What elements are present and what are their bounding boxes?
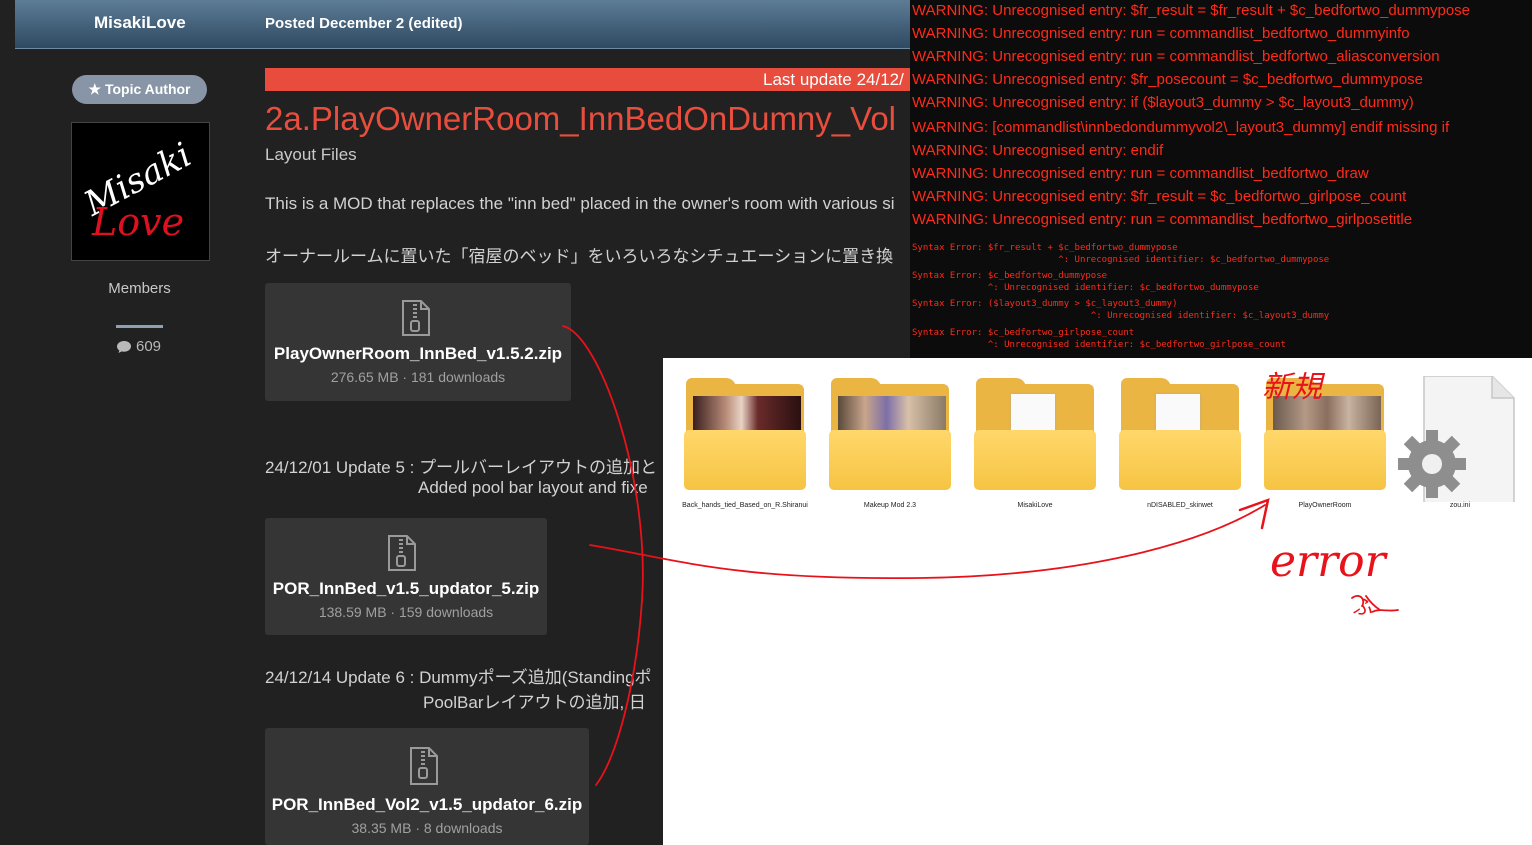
- syntax-error-detail: ^: Unrecognised identifier: $c_layout3_d…: [912, 311, 1330, 321]
- comment-icon: [117, 341, 131, 354]
- zip-file-icon: [410, 747, 438, 785]
- file-meta: 38.35 MB · 8 downloads: [351, 820, 503, 836]
- reputation-bar: [116, 325, 163, 328]
- warning-line: WARNING: Unrecognised entry: run = comma…: [912, 48, 1440, 65]
- update-5-line-2: Added pool bar layout and fixe: [418, 478, 648, 497]
- file-download-card[interactable]: POR_InnBed_v1.5_updator_5.zip 138.59 MB …: [265, 518, 547, 635]
- avatar-logo: Misaki Love: [77, 135, 198, 244]
- annotation-arrow-line: [562, 325, 644, 786]
- warning-line: WARNING: Unrecognised entry: $fr_result …: [912, 188, 1407, 205]
- file-explorer-pane: Back_hands_tied_Based_on_R.Shiranui Make…: [663, 358, 1532, 845]
- update-5-line-1: 24/12/01 Update 5 : プールバーレイアウトの追加と: [265, 458, 658, 477]
- warning-line: WARNING: Unrecognised entry: $fr_posecou…: [912, 71, 1423, 88]
- zip-file-icon: [402, 300, 430, 336]
- file-name: PlayOwnerRoom_InnBed_v1.5.2.zip: [273, 344, 563, 363]
- file-label: zou.ini: [1449, 502, 1471, 509]
- syntax-error-detail: ^: Unrecognised identifier: $c_bedfortwo…: [912, 340, 1286, 350]
- member-group-label: Members: [108, 280, 171, 297]
- syntax-error-detail: ^: Unrecognised identifier: $c_bedfortwo…: [912, 255, 1330, 265]
- author-name-link[interactable]: MisakiLove: [94, 13, 186, 33]
- syntax-error-line: Syntax Error: ($layout3_dummy > $c_layou…: [912, 299, 1178, 309]
- file-name: POR_InnBed_v1.5_updator_5.zip: [272, 579, 540, 598]
- settings-file-icon: [1398, 376, 1515, 502]
- post-date: Posted December 2 (edited): [265, 15, 463, 32]
- warning-line: WARNING: Unrecognised entry: run = comma…: [912, 25, 1410, 42]
- error-console: WARNING: Unrecognised entry: $fr_result …: [910, 0, 1532, 358]
- syntax-error-line: Syntax Error: $fr_result + $c_bedfortwo_…: [912, 243, 1178, 253]
- post-subtitle: Layout Files: [265, 145, 357, 164]
- syntax-error-line: Syntax Error: $c_bedfortwo_girlpose_coun…: [912, 328, 1135, 338]
- warning-line: WARNING: Unrecognised entry: run = comma…: [912, 211, 1413, 228]
- file-download-card[interactable]: PlayOwnerRoom_InnBed_v1.5.2.zip 276.65 M…: [265, 283, 571, 401]
- folder-label: Makeup Mod 2.3: [863, 502, 917, 509]
- description-en: This is a MOD that replaces the "inn bed…: [265, 194, 895, 213]
- syntax-error-detail: ^: Unrecognised identifier: $c_bedfortwo…: [912, 283, 1259, 293]
- update-banner-text: Last update 24/12/: [763, 70, 904, 89]
- update-6-line-1: 24/12/14 Update 6 : Dummyポーズ追加(Standingポ: [265, 668, 652, 687]
- syntax-error-line: Syntax Error: $c_bedfortwo_dummypose: [912, 271, 1108, 281]
- warning-line: WARNING: Unrecognised entry: run = comma…: [912, 165, 1369, 182]
- post-title: 2a.PlayOwnerRoom_InnBedOnDumny_Vol: [265, 100, 897, 137]
- zip-file-icon: [388, 535, 416, 571]
- warning-line: WARNING: Unrecognised entry: if ($layout…: [912, 94, 1414, 111]
- folder-label: PlayOwnerRoom: [1298, 502, 1352, 509]
- file-meta: 276.65 MB · 181 downloads: [330, 369, 506, 385]
- folder-label: Back_hands_tied_Based_on_R.Shiranui: [682, 502, 808, 509]
- update-banner: Last update 24/12/: [265, 68, 915, 91]
- folder-label: MisakiLove: [1017, 502, 1053, 509]
- post-count-value: 609: [136, 338, 162, 355]
- svg-text:Love: Love: [91, 200, 184, 244]
- avatar[interactable]: Misaki Love: [71, 122, 210, 261]
- warning-line: WARNING: Unrecognised entry: $fr_result …: [912, 2, 1471, 19]
- folder-label: nDISABLED_skinwet: [1147, 502, 1213, 509]
- warning-line: WARNING: Unrecognised entry: endif: [912, 142, 1164, 159]
- description-jp: オーナールームに置いた「宿屋のベッド」をいろいろなシチュエーションに置き換: [265, 247, 894, 266]
- file-name: POR_InnBed_Vol2_v1.5_updator_6.zip: [271, 795, 583, 814]
- file-meta: 138.59 MB · 159 downloads: [318, 604, 494, 620]
- star-icon: ★: [88, 81, 102, 97]
- file-download-card[interactable]: POR_InnBed_Vol2_v1.5_updator_6.zip 38.35…: [265, 728, 589, 845]
- update-6-line-2: PoolBarレイアウトの追加, 日: [423, 693, 646, 712]
- post-count[interactable]: 609: [116, 338, 161, 355]
- warning-line: WARNING: [commandlist\innbedondummyvol2\…: [912, 119, 1450, 136]
- topic-author-badge: ★ Topic Author: [72, 75, 207, 104]
- topic-author-label: Topic Author: [104, 81, 191, 97]
